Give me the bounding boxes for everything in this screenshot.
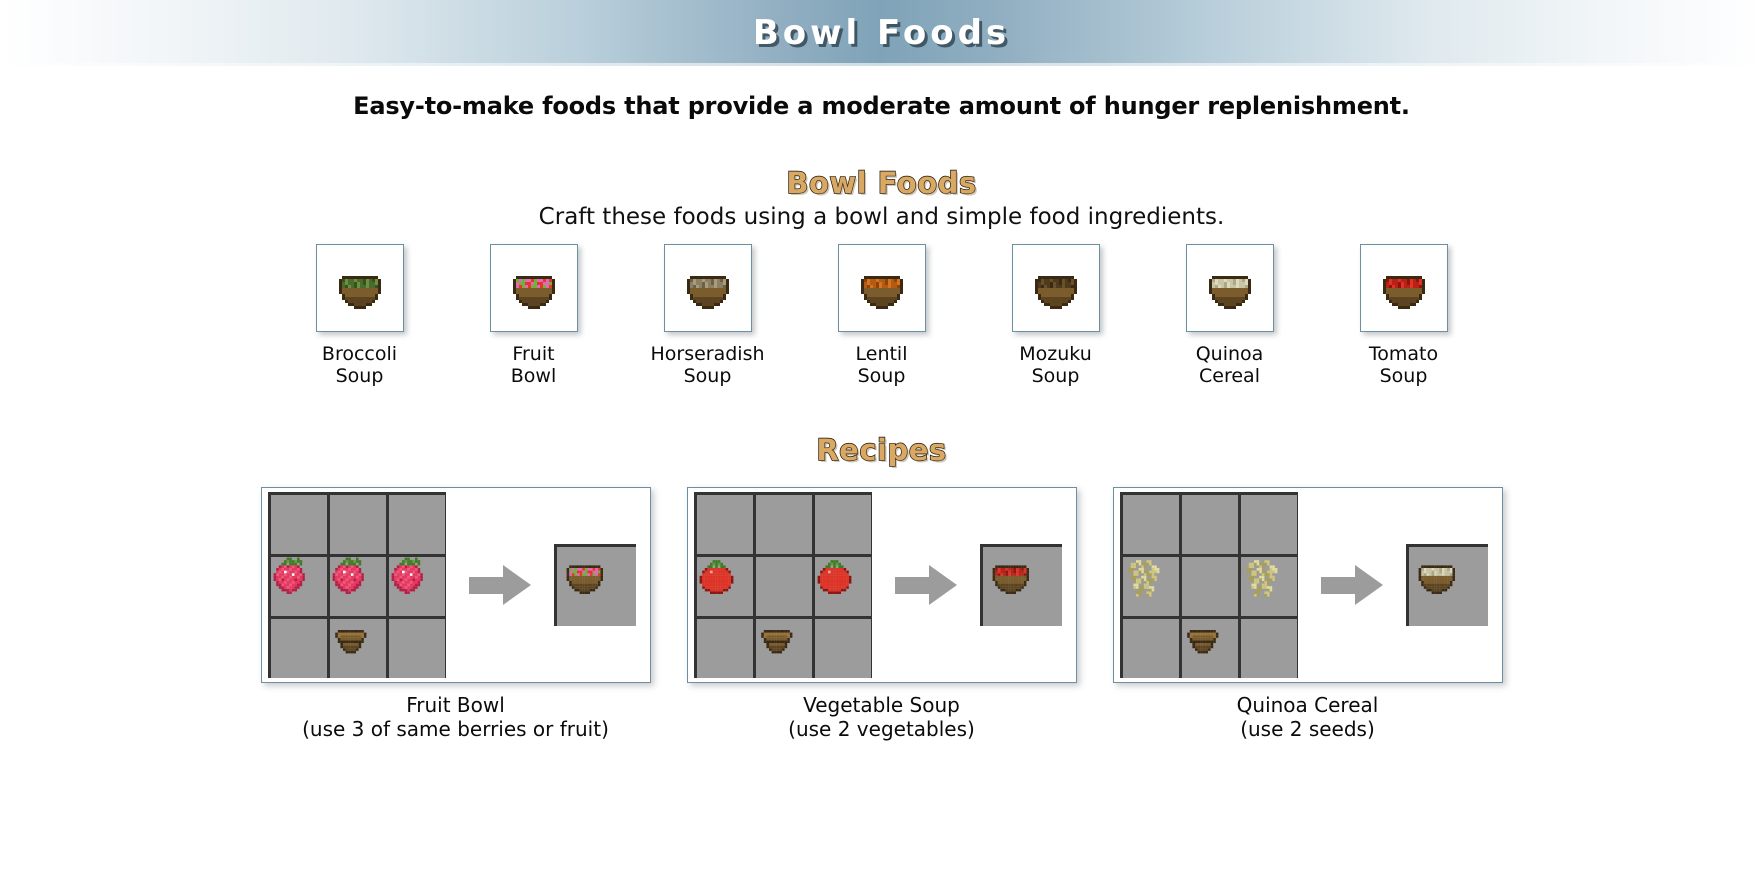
arrow-head — [1354, 565, 1383, 605]
page-banner: Bowl Foods — [0, 0, 1763, 66]
bowl-food-item[interactable]: Quinoa Cereal — [1178, 244, 1282, 387]
crafting-grid[interactable] — [693, 492, 872, 678]
crafting-grid[interactable] — [1119, 492, 1298, 678]
bowl-food-item-label: Tomato Soup — [1368, 343, 1439, 387]
page-title: Bowl Foods — [752, 13, 1011, 53]
recipes-row: Fruit Bowl (use 3 of same berries or fru… — [0, 487, 1763, 741]
tomato-soup-icon[interactable] — [1359, 244, 1448, 332]
bowl-foods-heading: Bowl Foods — [786, 165, 977, 200]
crafting-cell-empty[interactable] — [815, 495, 872, 554]
crafting-cell-seeds[interactable] — [1241, 557, 1298, 616]
recipe-box — [1112, 487, 1503, 683]
crafting-grid[interactable] — [267, 492, 446, 678]
recipe-arrow-container — [446, 565, 554, 605]
bowl-food-item[interactable]: Horseradish Soup — [650, 244, 765, 387]
recipe-arrow-container — [872, 565, 980, 605]
recipe-caption: Vegetable Soup (use 2 vegetables) — [788, 693, 975, 741]
crafting-cell-empty[interactable] — [1122, 495, 1179, 554]
bowl-food-item-label: Broccoli Soup — [321, 343, 398, 387]
recipe-arrow-container — [1298, 565, 1406, 605]
arrow-right-icon — [468, 565, 531, 605]
recipe: Quinoa Cereal (use 2 seeds) — [1112, 487, 1503, 741]
recipe-box — [260, 487, 651, 683]
crafting-cell-empty[interactable] — [696, 495, 753, 554]
broccoli-soup-icon[interactable] — [315, 244, 404, 332]
crafting-cell-empty[interactable] — [389, 495, 446, 554]
recipe-output-fruit-bowl-icon[interactable] — [553, 544, 636, 626]
crafting-cell-empty[interactable] — [270, 495, 327, 554]
bowl-food-item[interactable]: Mozuku Soup — [1004, 244, 1108, 387]
crafting-cell-empty[interactable] — [1241, 495, 1298, 554]
recipe-output-quinoa-cereal-icon[interactable] — [1405, 544, 1488, 626]
bowl-food-item[interactable]: Broccoli Soup — [308, 244, 412, 387]
recipes-heading: Recipes — [816, 432, 947, 467]
crafting-cell-bowl[interactable] — [755, 619, 813, 678]
crafting-cell-strawberry[interactable] — [329, 557, 387, 616]
crafting-cell-empty[interactable] — [815, 619, 872, 678]
crafting-cell-empty[interactable] — [1241, 619, 1298, 678]
crafting-cell-strawberry[interactable] — [270, 557, 327, 616]
crafting-cell-empty[interactable] — [755, 495, 813, 554]
crafting-cell-empty[interactable] — [389, 619, 446, 678]
bowl-food-item-label: Lentil Soup — [855, 343, 908, 387]
recipe: Fruit Bowl (use 3 of same berries or fru… — [260, 487, 651, 741]
arrow-head — [928, 565, 957, 605]
bowl-foods-item-row: Broccoli Soup Fruit Bowl Horseradish Soup L… — [0, 244, 1763, 387]
crafting-cell-tomato[interactable] — [696, 557, 753, 616]
lentil-soup-icon[interactable] — [837, 244, 926, 332]
crafting-cell-seeds[interactable] — [1122, 557, 1179, 616]
quinoa-cereal-icon[interactable] — [1185, 244, 1274, 332]
crafting-cell-empty[interactable] — [270, 619, 327, 678]
crafting-cell-empty[interactable] — [329, 495, 387, 554]
arrow-shaft — [1320, 577, 1359, 594]
banner-underline — [0, 63, 1763, 66]
arrow-right-icon — [1320, 565, 1383, 605]
bowl-food-item[interactable]: Fruit Bowl — [482, 244, 586, 387]
crafting-cell-empty[interactable] — [696, 619, 753, 678]
recipe-output-tomato-soup-icon[interactable] — [979, 544, 1062, 626]
bowl-food-item-label: Horseradish Soup — [650, 343, 765, 387]
crafting-cell-tomato[interactable] — [815, 557, 872, 616]
bowl-food-item-label: Quinoa Cereal — [1195, 343, 1264, 387]
crafting-cell-empty[interactable] — [1181, 495, 1239, 554]
crafting-cell-strawberry[interactable] — [389, 557, 446, 616]
page-subtitle: Easy-to-make foods that provide a modera… — [353, 92, 1410, 120]
bowl-food-item-label: Mozuku Soup — [1019, 343, 1092, 387]
crafting-cell-bowl[interactable] — [1181, 619, 1239, 678]
horseradish-soup-icon[interactable] — [663, 244, 752, 332]
mozuku-soup-icon[interactable] — [1011, 244, 1100, 332]
crafting-cell-empty[interactable] — [1181, 557, 1239, 616]
arrow-head — [502, 565, 531, 605]
bowl-food-item[interactable]: Lentil Soup — [830, 244, 934, 387]
arrow-right-icon — [894, 565, 957, 605]
crafting-cell-empty[interactable] — [1122, 619, 1179, 678]
arrow-shaft — [894, 577, 933, 594]
bowl-foods-description: Craft these foods using a bowl and simpl… — [538, 204, 1225, 230]
crafting-cell-bowl[interactable] — [329, 619, 387, 678]
recipe-caption: Quinoa Cereal (use 2 seeds) — [1236, 693, 1379, 741]
fruit-bowl-icon[interactable] — [489, 244, 578, 332]
recipe-caption: Fruit Bowl (use 3 of same berries or fru… — [302, 693, 609, 741]
bowl-food-item-label: Fruit Bowl — [510, 343, 557, 387]
bowl-food-item[interactable]: Tomato Soup — [1352, 244, 1456, 387]
crafting-cell-empty[interactable] — [755, 557, 813, 616]
arrow-shaft — [468, 577, 507, 594]
recipe: Vegetable Soup (use 2 vegetables) — [686, 487, 1077, 741]
recipe-box — [686, 487, 1077, 683]
